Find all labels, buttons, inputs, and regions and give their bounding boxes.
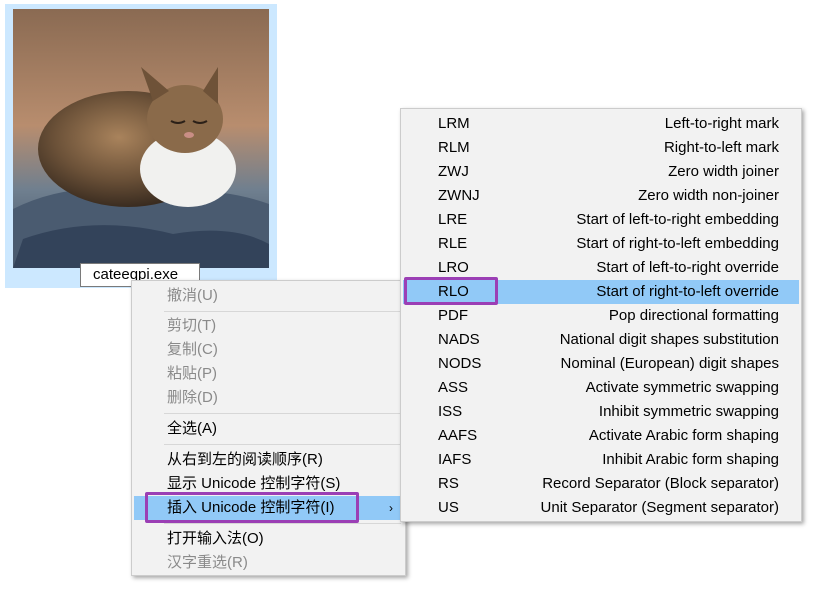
control-code: ISS [438,403,463,420]
control-description: Start of right-to-left embedding [576,235,779,252]
control-code: LRM [438,115,470,132]
menu-item-show-unicode-control[interactable]: 显示 Unicode 控制字符(S) [134,472,403,496]
control-description: Unit Separator (Segment separator) [540,499,779,516]
control-code: AAFS [438,427,478,444]
control-code: NODS [438,355,482,372]
submenu-item-rlm[interactable]: RLM Right-to-left mark [403,136,799,160]
submenu-item-rle[interactable]: RLE Start of right-to-left embedding [403,232,799,256]
menu-item-label: 插入 Unicode 控制字符(I) [167,499,335,516]
unicode-control-submenu: LRM Left-to-right mark RLM Right-to-left… [400,108,802,522]
submenu-item-zwj[interactable]: ZWJ Zero width joiner [403,160,799,184]
submenu-item-iafs[interactable]: IAFS Inhibit Arabic form shaping [403,448,799,472]
file-item[interactable]: cateeqpi.exe [5,4,277,288]
menu-separator [164,523,401,524]
control-code: ZWNJ [438,187,480,204]
submenu-item-lrm[interactable]: LRM Left-to-right mark [403,112,799,136]
menu-item-undo[interactable]: 撤消(U) [134,284,403,308]
control-description: Nominal (European) digit shapes [560,355,779,372]
chevron-right-icon: › [389,501,393,515]
control-description: Zero width joiner [668,163,779,180]
control-description: Start of left-to-right embedding [576,211,779,228]
control-code: LRO [438,259,469,276]
control-code: RLE [438,235,468,252]
control-description: Inhibit symmetric swapping [598,403,779,420]
control-description: Start of left-to-right override [596,259,779,276]
control-description: Activate symmetric swapping [585,379,779,396]
submenu-item-lre[interactable]: LRE Start of left-to-right embedding [403,208,799,232]
submenu-item-us[interactable]: US Unit Separator (Segment separator) [403,496,799,520]
submenu-item-ass[interactable]: ASS Activate symmetric swapping [403,376,799,400]
control-code: ZWJ [438,163,469,180]
menu-item-insert-unicode-control[interactable]: 插入 Unicode 控制字符(I) › [134,496,403,520]
control-description: Record Separator (Block separator) [542,475,779,492]
control-description: Left-to-right mark [664,115,779,132]
submenu-item-nads[interactable]: NADS National digit shapes substitution [403,328,799,352]
submenu-item-lro[interactable]: LRO Start of left-to-right override [403,256,799,280]
menu-separator [164,413,401,414]
submenu-item-nods[interactable]: NODS Nominal (European) digit shapes [403,352,799,376]
submenu-item-rlo[interactable]: RLO Start of right-to-left override [403,280,799,304]
control-code: PDF [438,307,468,324]
control-code: RLM [438,139,470,156]
menu-item-paste[interactable]: 粘贴(P) [134,362,403,386]
control-description: Zero width non-joiner [638,187,779,204]
menu-item-rtl-reading-order[interactable]: 从右到左的阅读顺序(R) [134,448,403,472]
menu-item-cut[interactable]: 剪切(T) [134,314,403,338]
control-code: LRE [438,211,468,228]
cat-thumbnail [13,9,269,268]
submenu-item-pdf[interactable]: PDF Pop directional formatting [403,304,799,328]
submenu-item-zwnj[interactable]: ZWNJ Zero width non-joiner [403,184,799,208]
menu-item-select-all[interactable]: 全选(A) [134,417,403,441]
submenu-item-iss[interactable]: ISS Inhibit symmetric swapping [403,400,799,424]
control-description: National digit shapes substitution [559,331,779,348]
context-menu: 撤消(U) 剪切(T) 复制(C) 粘贴(P) 删除(D) 全选(A) 从右到左… [131,280,406,576]
control-description: Pop directional formatting [608,307,779,324]
control-code: ASS [438,379,469,396]
control-code: NADS [438,331,480,348]
control-code: RLO [438,283,469,300]
submenu-item-rs[interactable]: RS Record Separator (Block separator) [403,472,799,496]
menu-item-reconversion[interactable]: 汉字重选(R) [134,551,403,575]
control-code: RS [438,475,459,492]
control-description: Right-to-left mark [663,139,779,156]
menu-item-delete[interactable]: 删除(D) [134,386,403,410]
control-code: IAFS [438,451,472,468]
menu-separator [164,311,401,312]
control-description: Inhibit Arabic form shaping [602,451,779,468]
menu-item-copy[interactable]: 复制(C) [134,338,403,362]
submenu-item-aafs[interactable]: AAFS Activate Arabic form shaping [403,424,799,448]
control-description: Activate Arabic form shaping [588,427,779,444]
menu-item-open-ime[interactable]: 打开输入法(O) [134,527,403,551]
control-description: Start of right-to-left override [596,283,779,300]
control-code: US [438,499,459,516]
menu-separator [164,444,401,445]
